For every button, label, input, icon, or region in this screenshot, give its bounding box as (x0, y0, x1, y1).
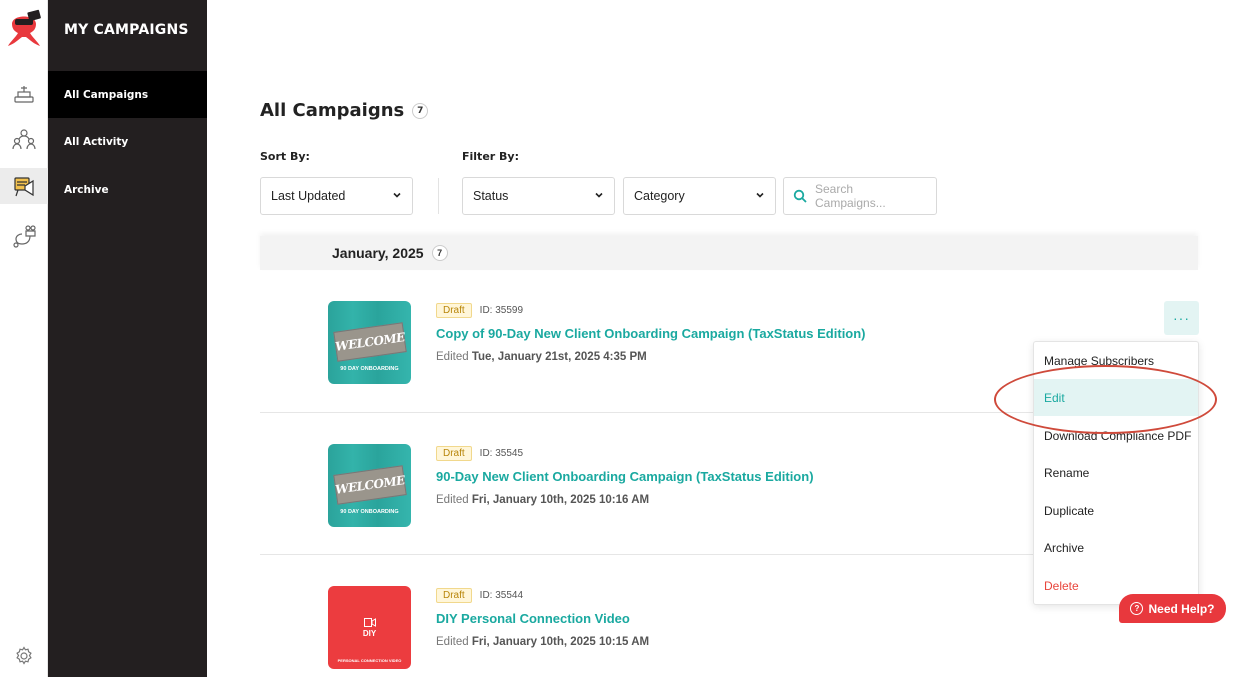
campaign-meta: Draft ID: 35599 Copy of 90-Day New Clien… (436, 303, 866, 363)
edited-prefix: Edited (436, 351, 469, 363)
campaign-name-link[interactable]: 90-Day New Client Onboarding Campaign (T… (436, 469, 814, 484)
sidebar-item-label: All Campaigns (64, 88, 149, 101)
settings-icon[interactable] (6, 638, 42, 674)
help-icon: ? (1130, 602, 1144, 615)
status-badge: Draft (436, 446, 472, 461)
chevron-down-icon (755, 189, 765, 203)
thumbnail-subtitle: 90 DAY ONBOARDING (340, 509, 399, 515)
sidebar-item-label: All Activity (64, 135, 129, 148)
highlight-annotation-oval (994, 365, 1217, 434)
edited-prefix: Edited (436, 494, 469, 506)
category-filter-select[interactable]: Category (623, 177, 776, 215)
menu-item-rename[interactable]: Rename (1034, 454, 1198, 491)
edited-date: Tue, January 21st, 2025 4:35 PM (471, 351, 647, 363)
campaign-name-link[interactable]: Copy of 90-Day New Client Onboarding Cam… (436, 326, 866, 341)
campaign-thumbnail[interactable]: DIY PERSONAL CONNECTION VIDEO (328, 586, 411, 669)
contacts-icon[interactable] (6, 122, 42, 158)
sidebar-title: MY CAMPAIGNS (64, 22, 189, 38)
edited-date: Fri, January 10th, 2025 10:16 AM (471, 494, 650, 506)
category-filter-value: Category (634, 189, 685, 203)
status-badge: Draft (436, 303, 472, 318)
edited-date: Fri, January 10th, 2025 10:15 AM (471, 636, 650, 648)
thumbnail-subtitle: PERSONAL CONNECTION VIDEO (337, 658, 402, 663)
search-icon (793, 189, 807, 203)
sidebar-item-archive[interactable]: Archive (48, 166, 207, 213)
menu-item-archive[interactable]: Archive (1034, 529, 1198, 566)
month-group-header: January, 2025 7 (260, 236, 1198, 270)
status-filter-value: Status (473, 189, 509, 203)
sort-label: Sort By: (260, 150, 310, 163)
status-badge: Draft (436, 588, 472, 603)
sidebar-item-all-activity[interactable]: All Activity (48, 118, 207, 165)
thumbnail-subtitle: 90 DAY ONBOARDING (340, 366, 399, 372)
campaign-id: ID: 35545 (479, 448, 524, 459)
month-group-count: 7 (431, 245, 448, 261)
filter-label: Filter By: (462, 150, 519, 163)
thumbnail-title: DIY (362, 628, 377, 638)
campaign-id: ID: 35544 (479, 590, 524, 601)
campaigns-sidebar: MY CAMPAIGNS All Campaigns All Activity … (48, 0, 207, 677)
chevron-down-icon (594, 189, 604, 203)
campaign-id: ID: 35599 (479, 305, 524, 316)
icon-rail (0, 0, 48, 677)
month-group-label: January, 2025 (332, 245, 424, 261)
page-title-text: All Campaigns (260, 100, 405, 121)
campaigns-icon[interactable] (0, 168, 48, 204)
campaign-thumbnail[interactable]: WELCOME 90 DAY ONBOARDING (328, 301, 411, 384)
edited-prefix: Edited (436, 636, 469, 648)
more-actions-button[interactable]: ··· (1164, 301, 1199, 335)
page-title: All Campaigns 7 (260, 100, 429, 121)
sort-select[interactable]: Last Updated (260, 177, 413, 215)
brand-logo-icon[interactable] (6, 8, 42, 48)
thumbnail-title: WELCOME (333, 322, 407, 362)
need-help-button[interactable]: ? Need Help? (1119, 594, 1226, 623)
toolbar-divider (438, 178, 439, 214)
campaign-edited: Edited Tue, January 21st, 2025 4:35 PM (436, 351, 866, 363)
campaign-edited: Edited Fri, January 10th, 2025 10:16 AM (436, 494, 814, 506)
search-input[interactable]: Search Campaigns... (783, 177, 937, 215)
automation-icon[interactable] (6, 218, 42, 254)
campaign-meta: Draft ID: 35545 90-Day New Client Onboar… (436, 446, 814, 506)
sort-select-value: Last Updated (271, 189, 346, 203)
sidebar-item-all-campaigns[interactable]: All Campaigns (48, 71, 207, 118)
campaign-thumbnail[interactable]: WELCOME 90 DAY ONBOARDING (328, 444, 411, 527)
campaign-count-badge: 7 (412, 102, 429, 119)
menu-item-duplicate[interactable]: Duplicate (1034, 492, 1198, 529)
campaign-edited: Edited Fri, January 10th, 2025 10:15 AM (436, 636, 649, 648)
dashboard-icon[interactable] (6, 76, 42, 112)
sidebar-item-label: Archive (64, 183, 109, 196)
status-filter-select[interactable]: Status (462, 177, 615, 215)
thumbnail-title: WELCOME (333, 465, 407, 505)
need-help-label: Need Help? (1148, 601, 1215, 616)
search-placeholder: Search Campaigns... (815, 182, 886, 210)
campaign-meta: Draft ID: 35544 DIY Personal Connection … (436, 588, 649, 648)
chevron-down-icon (392, 189, 402, 203)
campaign-name-link[interactable]: DIY Personal Connection Video (436, 611, 649, 626)
main-content: All Campaigns 7 Sort By: Filter By: Last… (207, 0, 1249, 677)
video-icon (363, 617, 376, 627)
